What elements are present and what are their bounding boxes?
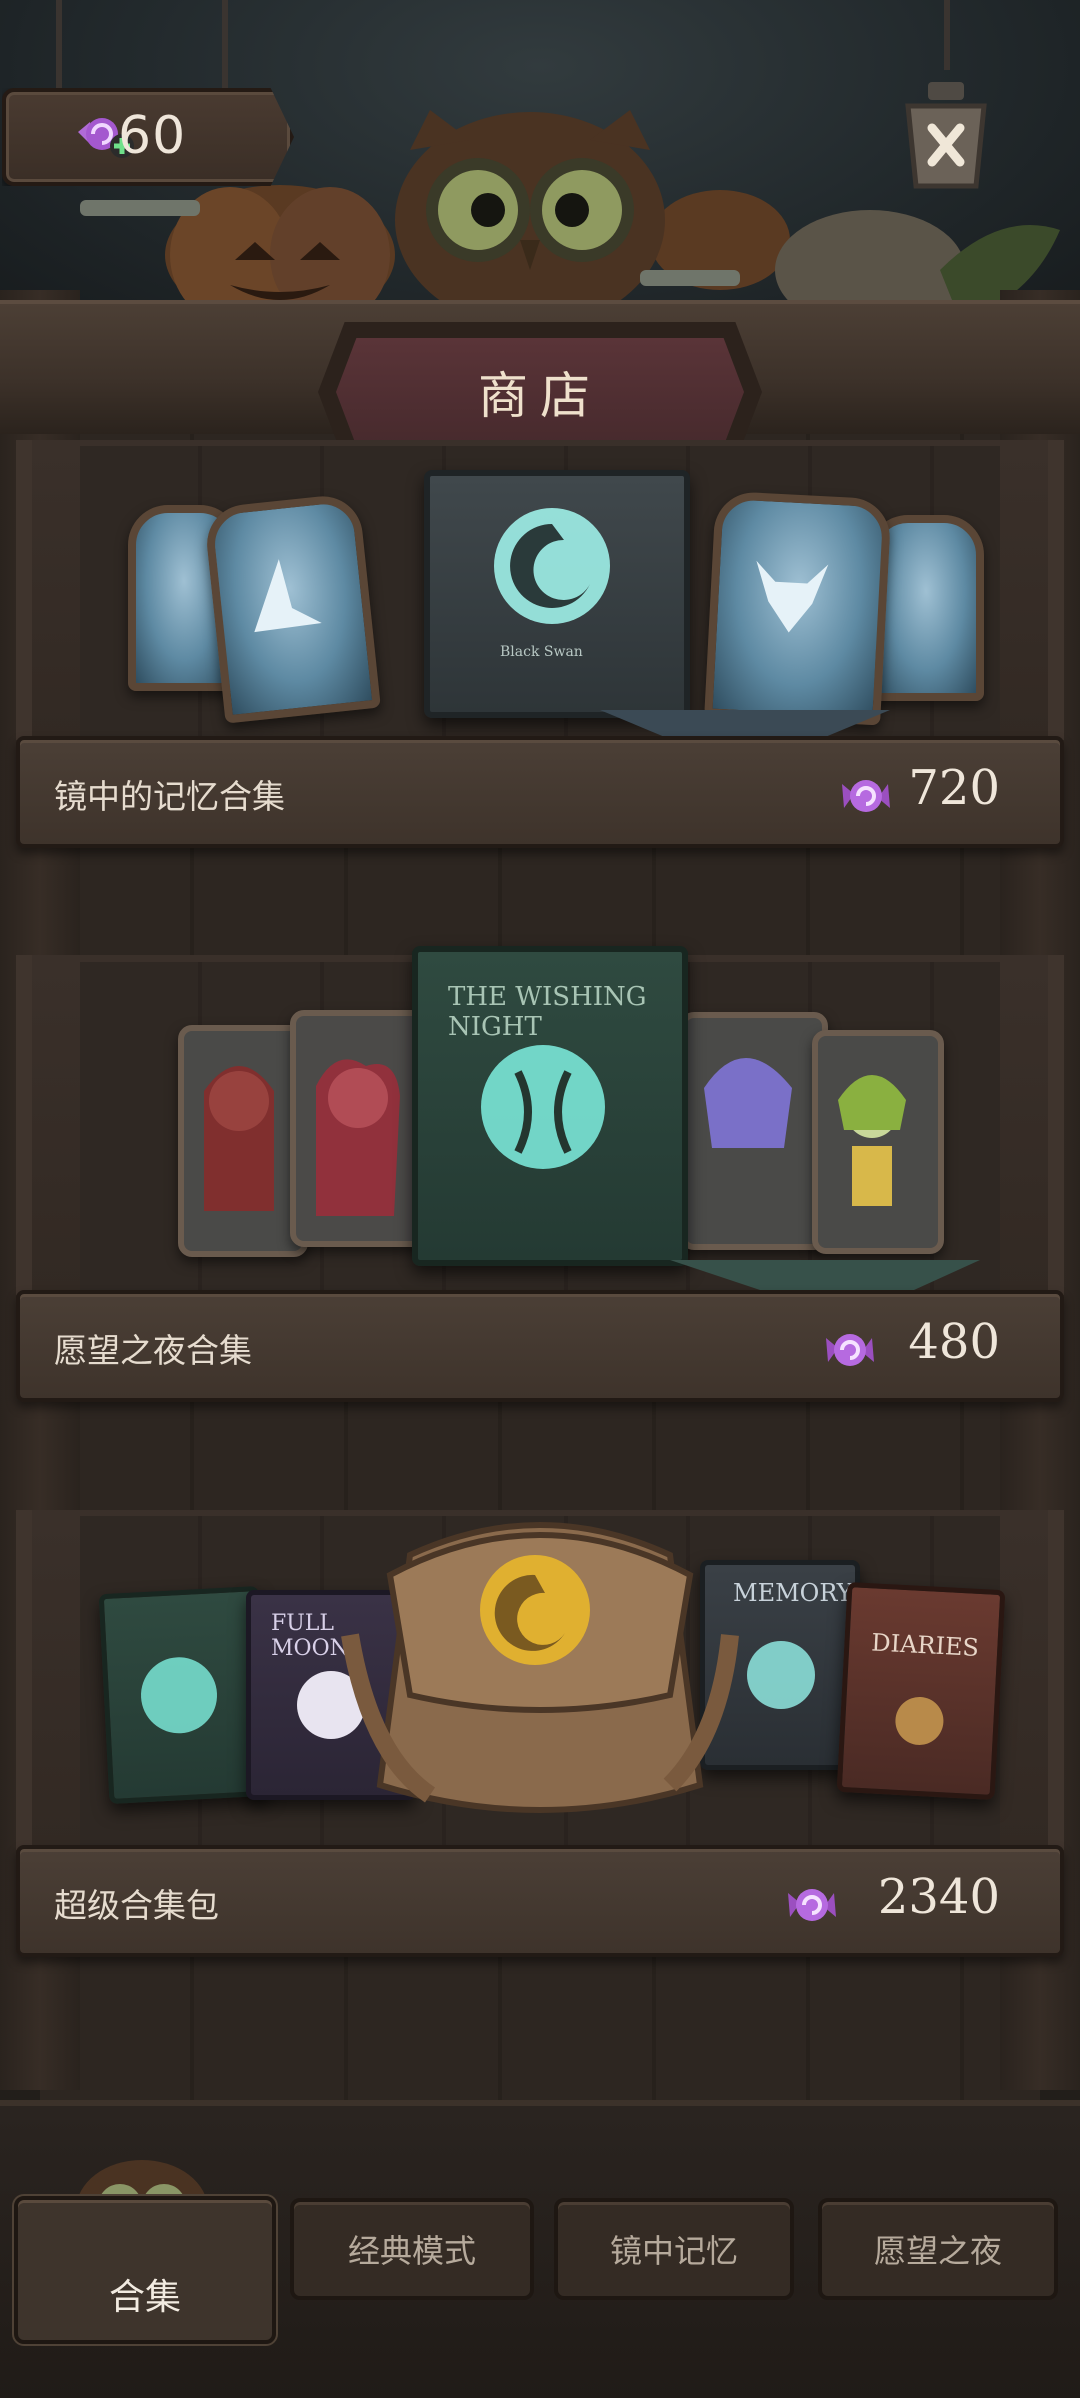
book-title: Black Swan — [500, 644, 583, 660]
book-title: MEMORY — [733, 1579, 853, 1607]
item-name: 愿望之夜合集 — [54, 1331, 252, 1370]
page-title-banner: 商店 — [336, 338, 744, 446]
character-card-red-hood — [178, 1025, 308, 1257]
tab-mirror-memory[interactable]: 镜中记忆 — [554, 2198, 794, 2300]
witch-hat-portrait-icon — [203, 492, 381, 724]
owl-mascot-icon — [395, 110, 665, 328]
candy-icon — [826, 1334, 874, 1366]
diaries-book: DIARIES — [836, 1582, 1006, 1800]
page-title: 商店 — [478, 367, 602, 425]
tab-collections[interactable]: 合集 — [14, 2196, 276, 2344]
black-swan-book: Black Swan — [424, 470, 690, 718]
tab-wishing-night[interactable]: 愿望之夜 — [818, 2198, 1058, 2300]
rope — [944, 0, 950, 70]
candy-amount: 60 — [118, 106, 187, 166]
wolf-portrait-icon — [704, 490, 892, 726]
item-price: 480 — [908, 1314, 1000, 1370]
rope — [222, 0, 228, 90]
rope — [56, 0, 62, 90]
wishing-night-mini-book — [98, 1585, 270, 1805]
shop-item-3[interactable]: 超级合集包 2340 — [16, 1845, 1064, 1957]
tab-label: 镜中记忆 — [609, 2232, 738, 2270]
candy-counter[interactable]: 60 — [2, 88, 294, 186]
close-button[interactable] — [898, 82, 994, 192]
tab-classic-mode[interactable]: 经典模式 — [290, 2198, 534, 2300]
candy-icon — [842, 780, 890, 812]
shop-screen: 60 商店 Black Swan 镜中的记忆合集 720 THE WISHING… — [0, 0, 1080, 2398]
character-card-purple-hair — [680, 1012, 828, 1250]
item-price: 720 — [908, 760, 1000, 816]
shop-item-1[interactable]: 镜中的记忆合集 720 — [16, 736, 1064, 848]
close-lantern-icon — [905, 82, 987, 189]
item-price: 2340 — [877, 1869, 1000, 1925]
tab-label: 经典模式 — [347, 2232, 476, 2270]
wishing-night-book: THE WISHING NIGHT — [412, 946, 688, 1266]
item-name: 超级合集包 — [54, 1886, 219, 1925]
backpack-icon — [341, 1522, 739, 1813]
candy-icon — [788, 1889, 836, 1921]
item-name: 镜中的记忆合集 — [54, 777, 285, 816]
tab-label: 合集 — [108, 2277, 181, 2318]
character-card-red-queen — [290, 1010, 432, 1247]
shop-item-2[interactable]: 愿望之夜合集 480 — [16, 1290, 1064, 1402]
book-title: DIARIES — [870, 1628, 980, 1662]
character-card-elf — [812, 1030, 944, 1254]
tab-label: 愿望之夜 — [873, 2232, 1002, 2270]
